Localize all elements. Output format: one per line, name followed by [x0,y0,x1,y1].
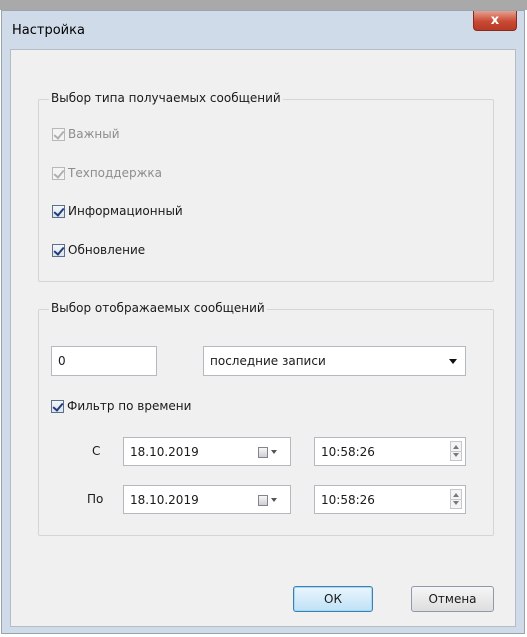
spin-down-icon [453,501,459,505]
record-count-input[interactable]: 0 [51,346,157,376]
from-calendar-dropdown[interactable] [258,442,286,462]
checkbox-support[interactable]: Техподдержка [52,166,162,180]
close-icon: x [490,13,500,28]
cancel-button[interactable]: Отмена [411,586,494,612]
to-time-spinner[interactable] [450,489,462,509]
to-date-picker[interactable]: 18.10.2019 [123,485,291,514]
checkbox-important-box[interactable] [52,127,65,141]
from-time-value: 10:58:26 [321,444,375,459]
to-date-value: 18.10.2019 [130,492,199,507]
dialog-title: Настройка [12,23,85,38]
calendar-icon [258,446,268,458]
to-calendar-dropdown[interactable] [258,490,286,510]
checkbox-info-box[interactable] [52,204,65,218]
chevron-down-icon [271,498,277,502]
message-types-legend: Выбор типа получаемых сообщений [49,91,283,105]
from-label: С [92,444,101,458]
checkbox-support-label: Техподдержка [68,166,163,180]
checkbox-update-label: Обновление [68,243,146,257]
record-count-value: 0 [58,354,66,368]
close-button[interactable]: x [473,11,517,31]
mode-select[interactable]: последние записи [203,346,466,376]
checkbox-time-filter-label: Фильтр по времени [67,399,192,413]
ok-button[interactable]: ОК [293,586,373,612]
to-time-input[interactable]: 10:58:26 [314,485,466,514]
spin-divider [451,451,461,452]
spin-divider [451,499,461,500]
checkbox-important[interactable]: Важный [52,127,120,141]
chevron-down-icon [449,359,457,364]
checkbox-info-label: Информационный [68,204,183,218]
settings-dialog: Настройка x Выбор типа получаемых сообще… [1,10,525,634]
spin-down-icon [453,453,459,457]
checkbox-update[interactable]: Обновление [52,243,145,257]
from-date-value: 18.10.2019 [130,444,199,459]
dialog-client-area: Выбор типа получаемых сообщений Важный Т… [10,49,516,627]
spin-up-icon [453,493,459,497]
mode-select-value: последние записи [210,354,326,368]
display-messages-legend: Выбор отображаемых сообщений [49,301,267,315]
from-date-picker[interactable]: 18.10.2019 [123,437,291,466]
checkbox-support-box[interactable] [52,166,65,180]
spin-up-icon [453,445,459,449]
from-time-input[interactable]: 10:58:26 [314,437,466,466]
checkbox-update-box[interactable] [52,243,65,257]
page-top-strip [0,0,527,10]
chevron-down-icon [271,450,277,454]
checkbox-time-filter-box[interactable] [51,399,64,413]
message-types-group: Выбор типа получаемых сообщений Важный Т… [38,91,494,282]
checkbox-info[interactable]: Информационный [52,204,183,218]
checkbox-time-filter[interactable]: Фильтр по времени [51,399,191,413]
display-messages-group: Выбор отображаемых сообщений 0 последние… [38,301,494,536]
to-time-value: 10:58:26 [321,492,375,507]
from-time-spinner[interactable] [450,441,462,461]
calendar-icon [258,494,268,506]
to-label: По [87,492,104,506]
checkbox-important-label: Важный [68,127,120,141]
